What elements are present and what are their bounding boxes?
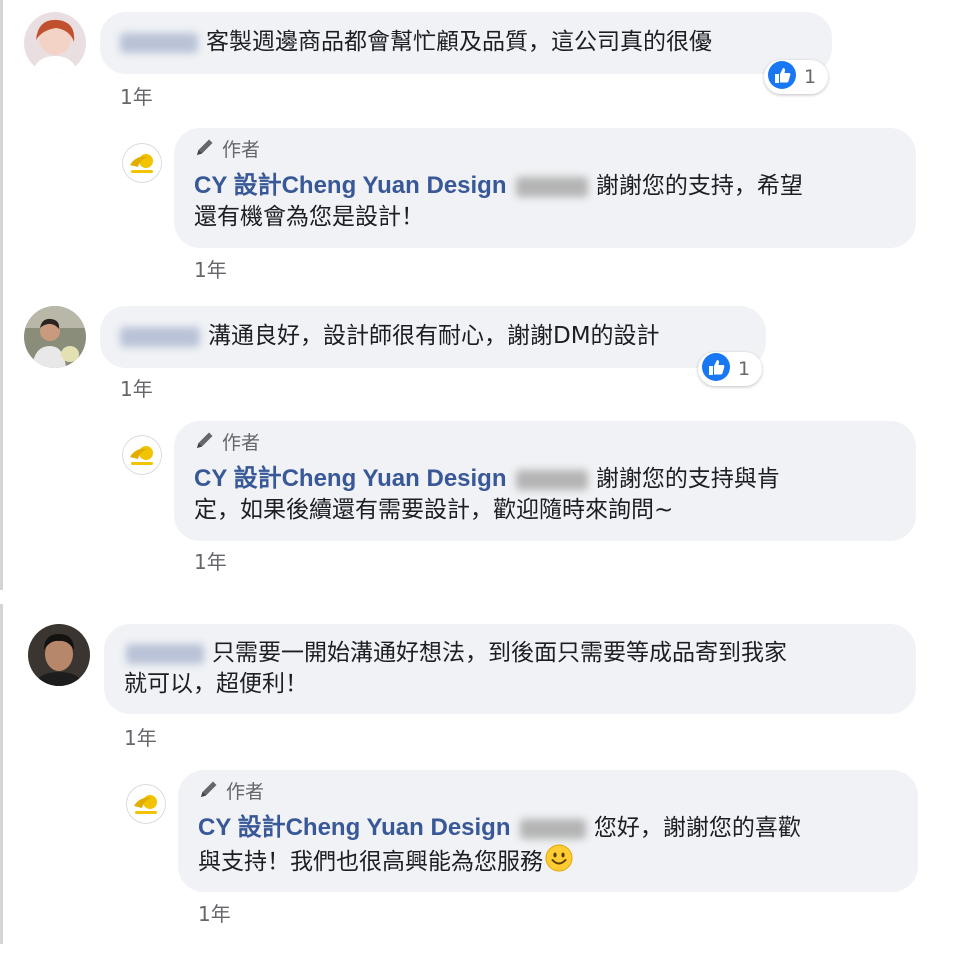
reaction-count: 1 <box>804 66 817 88</box>
comment-bubble: 溝通良好，設計師很有耐心，謝謝DM的設計 <box>100 306 766 368</box>
reply-text-line1: 謝謝您的支持，希望 <box>595 173 803 199</box>
reply-timestamp[interactable]: 1年 <box>194 254 227 283</box>
reply-bubble: 作者 CY 設計Cheng Yuan Design 謝謝您的支持，希望 還有機會… <box>174 128 916 248</box>
comment-timestamp[interactable]: 1年 <box>120 373 153 402</box>
reply-text-line2: 定，如果後續還有需要設計，歡迎隨時來詢問~ <box>194 497 674 523</box>
page-name-link[interactable]: CY 設計Cheng Yuan Design <box>194 465 507 492</box>
comment-text-line2: 就可以，超便利！ <box>124 671 308 697</box>
comment-text: 溝通良好，設計師很有耐心，謝謝DM的設計 <box>208 323 660 349</box>
author-tag: 作者 <box>198 778 898 806</box>
commenter-name[interactable] <box>120 32 198 53</box>
mentioned-user[interactable] <box>515 176 588 197</box>
reply-text-line1: 您好，謝謝您的喜歡 <box>593 815 801 841</box>
page-avatar[interactable] <box>122 435 162 475</box>
pencil-icon <box>194 136 216 164</box>
author-tag: 作者 <box>194 136 896 164</box>
page-avatar[interactable] <box>126 784 166 824</box>
reply-timestamp[interactable]: 1年 <box>194 546 227 575</box>
reply-text-line2: 還有機會為您是設計！ <box>194 204 424 230</box>
reaction-count: 1 <box>738 358 751 380</box>
comment-timestamp[interactable]: 1年 <box>124 722 157 751</box>
thread-edge-line <box>0 0 3 590</box>
reply-text-line2: 與支持！我們也很高興能為您服務 <box>198 849 543 875</box>
author-tag-label: 作者 <box>226 781 265 803</box>
author-tag-label: 作者 <box>222 139 261 161</box>
commenter-name[interactable] <box>120 326 200 347</box>
pencil-icon <box>198 778 220 806</box>
reply-bubble: 作者 CY 設計Cheng Yuan Design 您好，謝謝您的喜歡 與支持！… <box>178 770 918 892</box>
reaction-badge[interactable]: 1 <box>764 60 828 94</box>
reply-text-line1: 謝謝您的支持與肯 <box>595 466 780 492</box>
like-icon <box>702 353 730 385</box>
reply-bubble: 作者 CY 設計Cheng Yuan Design 謝謝您的支持與肯 定，如果後… <box>174 421 916 541</box>
comment-timestamp[interactable]: 1年 <box>120 81 153 110</box>
pencil-icon <box>194 429 216 457</box>
mentioned-user[interactable] <box>515 469 588 490</box>
avatar[interactable] <box>24 12 86 74</box>
page-name-link[interactable]: CY 設計Cheng Yuan Design <box>194 172 507 199</box>
smile-emoji-icon <box>545 844 573 881</box>
commenter-name[interactable] <box>126 643 204 664</box>
thread-edge-line <box>0 604 3 944</box>
reply-timestamp[interactable]: 1年 <box>198 898 231 927</box>
page-name-link[interactable]: CY 設計Cheng Yuan Design <box>198 814 511 841</box>
comment-text: 客製週邊商品都會幫忙顧及品質，這公司真的很優 <box>206 29 712 55</box>
page-avatar[interactable] <box>122 143 162 183</box>
comment-bubble: 只需要一開始溝通好想法，到後面只需要等成品寄到我家 就可以，超便利！ <box>104 624 916 714</box>
reaction-badge[interactable]: 1 <box>698 352 762 386</box>
avatar[interactable] <box>24 306 86 368</box>
avatar[interactable] <box>28 624 90 686</box>
mentioned-user[interactable] <box>519 818 586 839</box>
author-tag-label: 作者 <box>222 432 261 454</box>
comment-bubble: 客製週邊商品都會幫忙顧及品質，這公司真的很優 <box>100 12 832 74</box>
author-tag: 作者 <box>194 429 896 457</box>
like-icon <box>768 61 796 93</box>
comment-text-line1: 只需要一開始溝通好想法，到後面只需要等成品寄到我家 <box>212 640 787 666</box>
